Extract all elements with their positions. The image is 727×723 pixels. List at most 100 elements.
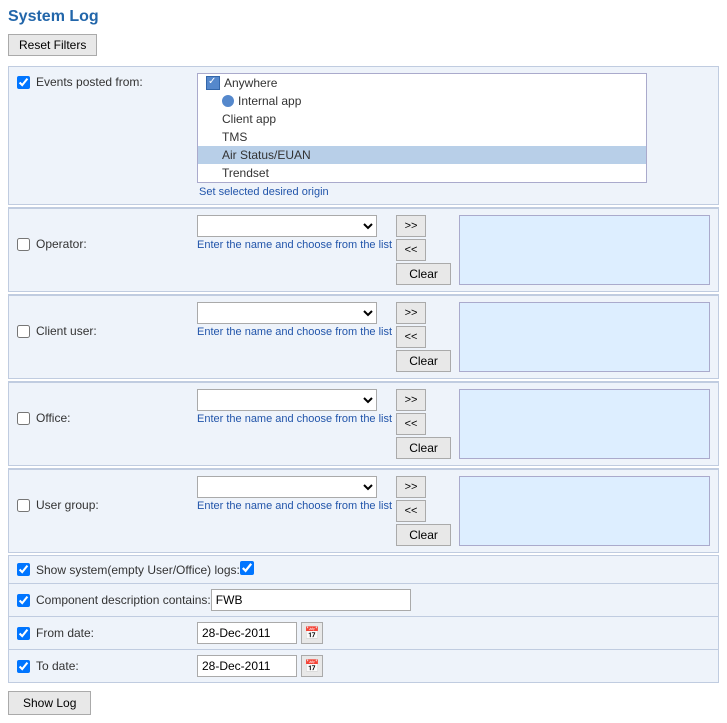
to-date-calendar-button[interactable]: 📅: [301, 655, 323, 677]
origin-anywhere[interactable]: Anywhere: [198, 74, 646, 92]
to-date-label-area: To date:: [17, 659, 197, 673]
origin-tms[interactable]: TMS: [198, 128, 646, 146]
office-row: Office: Enter the name and choose from t…: [9, 382, 718, 465]
trendset-label: Trendset: [222, 166, 269, 180]
from-date-input[interactable]: [197, 622, 297, 644]
origin-air-status[interactable]: Air Status/EUAN: [198, 146, 646, 164]
operator-clear-button[interactable]: Clear: [396, 263, 451, 285]
to-date-value: 📅: [197, 655, 323, 677]
internal-app-label: Internal app: [238, 94, 301, 108]
anywhere-label: Anywhere: [224, 76, 277, 90]
to-date-row-inner: 📅: [197, 655, 323, 677]
client-user-add-button[interactable]: >>: [396, 302, 426, 324]
client-user-label-area: Client user:: [17, 302, 197, 338]
operator-row: Operator: Enter the name and choose from…: [9, 208, 718, 291]
user-group-label: User group:: [36, 498, 99, 512]
office-section: Office: Enter the name and choose from t…: [8, 381, 719, 466]
operator-remove-button[interactable]: <<: [396, 239, 426, 261]
events-posted-from-section: Events posted from: Anywhere Internal ap…: [8, 66, 719, 205]
component-desc-checkbox[interactable]: [17, 594, 30, 607]
show-system-row: Show system(empty User/Office) logs:: [9, 556, 718, 584]
anywhere-check-icon: [206, 76, 220, 90]
events-label-area: Events posted from:: [17, 73, 197, 89]
user-group-select[interactable]: [197, 476, 377, 498]
office-label: Office:: [36, 411, 70, 425]
show-system-label: Show system(empty User/Office) logs:: [36, 563, 240, 577]
office-add-button[interactable]: >>: [396, 389, 426, 411]
user-group-controls: Enter the name and choose from the list …: [197, 476, 710, 546]
from-date-calendar-button[interactable]: 📅: [301, 622, 323, 644]
to-date-row: To date: 📅: [9, 650, 718, 682]
user-group-label-area: User group:: [17, 476, 197, 512]
to-date-checkbox[interactable]: [17, 660, 30, 673]
show-log-button[interactable]: Show Log: [8, 691, 91, 715]
origin-client-app[interactable]: Client app: [198, 110, 646, 128]
client-user-controls: Enter the name and choose from the list …: [197, 302, 710, 372]
operator-input-row: Enter the name and choose from the list …: [197, 215, 710, 285]
office-clear-button[interactable]: Clear: [396, 437, 451, 459]
origin-trendset[interactable]: Trendset: [198, 164, 646, 182]
internal-app-radio-icon: [222, 95, 234, 107]
office-arrows: >> << Clear: [396, 389, 451, 459]
operator-checkbox[interactable]: [17, 238, 30, 251]
office-select[interactable]: [197, 389, 377, 411]
component-desc-label-area: Component description contains:: [17, 593, 211, 607]
from-date-row-inner: 📅: [197, 622, 323, 644]
user-group-clear-button[interactable]: Clear: [396, 524, 451, 546]
user-group-section: User group: Enter the name and choose fr…: [8, 468, 719, 553]
reset-filters-button[interactable]: Reset Filters: [8, 34, 97, 56]
user-group-arrows: >> << Clear: [396, 476, 451, 546]
user-group-remove-button[interactable]: <<: [396, 500, 426, 522]
office-result-box: [459, 389, 710, 459]
office-input-row: Enter the name and choose from the list …: [197, 389, 710, 459]
client-user-input-row: Enter the name and choose from the list …: [197, 302, 710, 372]
bottom-section: Show system(empty User/Office) logs: Com…: [8, 555, 719, 683]
office-controls: Enter the name and choose from the list …: [197, 389, 710, 459]
client-user-hint: Enter the name and choose from the list: [197, 326, 392, 338]
component-desc-label: Component description contains:: [36, 593, 211, 607]
air-status-label: Air Status/EUAN: [222, 148, 311, 162]
events-content: Anywhere Internal app Client app TMS Air…: [197, 73, 710, 198]
user-group-checkbox[interactable]: [17, 499, 30, 512]
client-user-remove-button[interactable]: <<: [396, 326, 426, 348]
show-system-value: [240, 561, 254, 578]
operator-label-area: Operator:: [17, 215, 197, 251]
page-container: System Log Reset Filters Events posted f…: [0, 0, 727, 723]
events-checkbox[interactable]: [17, 76, 30, 89]
operator-arrows: >> << Clear: [396, 215, 451, 285]
user-group-hint: Enter the name and choose from the list: [197, 500, 392, 512]
operator-label: Operator:: [36, 237, 87, 251]
client-user-checkbox[interactable]: [17, 325, 30, 338]
client-user-arrows: >> << Clear: [396, 302, 451, 372]
operator-controls: Enter the name and choose from the list …: [197, 215, 710, 285]
component-desc-row: Component description contains:: [9, 584, 718, 617]
from-date-checkbox[interactable]: [17, 627, 30, 640]
tms-label: TMS: [222, 130, 247, 144]
operator-hint: Enter the name and choose from the list: [197, 239, 392, 251]
to-date-input[interactable]: [197, 655, 297, 677]
operator-select[interactable]: [197, 215, 377, 237]
page-title: System Log: [8, 8, 719, 26]
user-group-result-box: [459, 476, 710, 546]
show-system-label-area: Show system(empty User/Office) logs:: [17, 563, 240, 577]
office-hint: Enter the name and choose from the list: [197, 413, 392, 425]
client-user-select[interactable]: [197, 302, 377, 324]
component-desc-input[interactable]: [211, 589, 411, 611]
client-user-clear-button[interactable]: Clear: [396, 350, 451, 372]
from-date-value: 📅: [197, 622, 323, 644]
events-row: Events posted from: Anywhere Internal ap…: [9, 67, 718, 204]
office-checkbox[interactable]: [17, 412, 30, 425]
from-date-label-area: From date:: [17, 626, 197, 640]
client-app-label: Client app: [222, 112, 276, 126]
operator-add-button[interactable]: >>: [396, 215, 426, 237]
origin-internal-app[interactable]: Internal app: [198, 92, 646, 110]
to-date-label: To date:: [36, 659, 79, 673]
show-system-value-checkbox[interactable]: [240, 561, 254, 575]
operator-section: Operator: Enter the name and choose from…: [8, 207, 719, 292]
user-group-row: User group: Enter the name and choose fr…: [9, 469, 718, 552]
show-system-checkbox[interactable]: [17, 563, 30, 576]
from-date-row: From date: 📅: [9, 617, 718, 650]
user-group-add-button[interactable]: >>: [396, 476, 426, 498]
client-user-result-box: [459, 302, 710, 372]
office-remove-button[interactable]: <<: [396, 413, 426, 435]
